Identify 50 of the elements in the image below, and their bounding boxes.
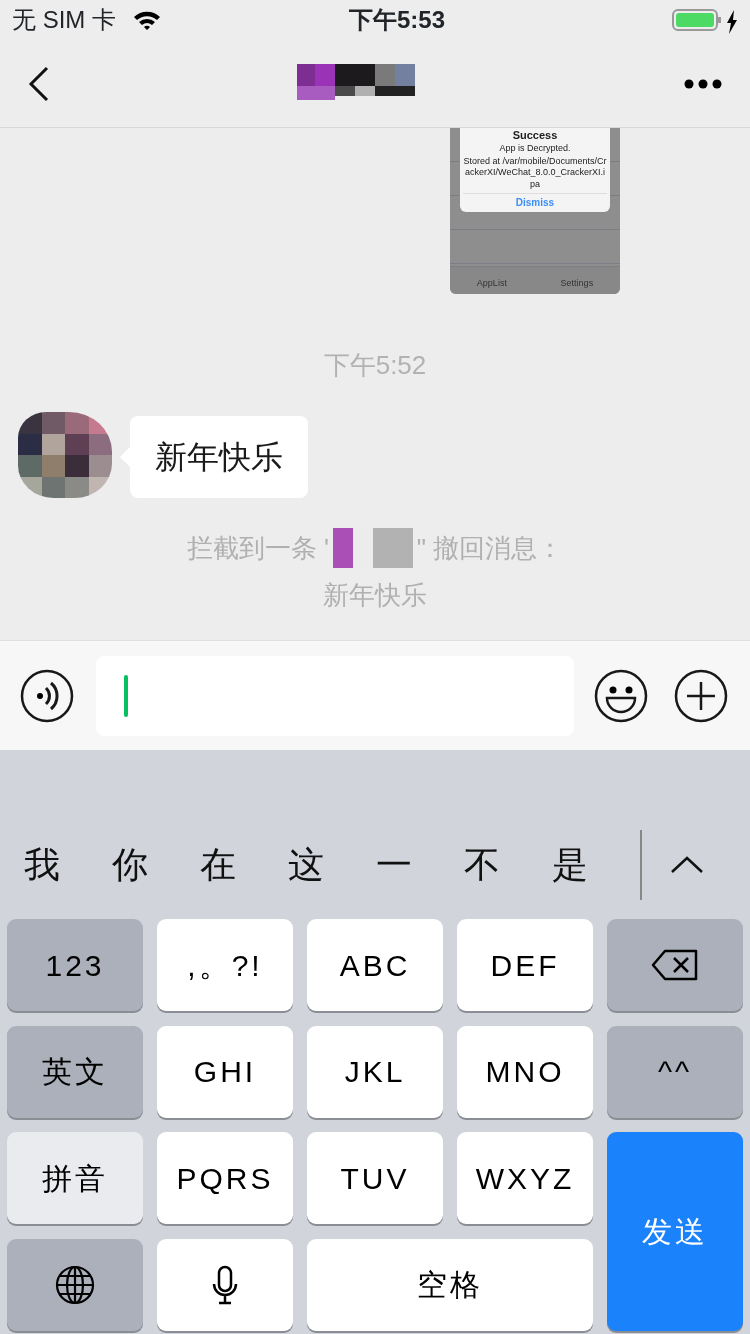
tab-label[interactable]: Settings [560, 276, 594, 290]
more-icon[interactable] [684, 78, 722, 89]
microphone-icon [212, 1264, 238, 1305]
function-key[interactable]: 123 [7, 919, 143, 1011]
back-icon[interactable] [28, 65, 50, 102]
letter-key[interactable]: ABC [307, 919, 443, 1011]
microphone-key[interactable] [157, 1238, 293, 1331]
timestamp: 下午5:52 [322, 349, 428, 382]
alert-message: App is Decrypted. [498, 142, 572, 154]
candidate-word[interactable]: 不 [464, 838, 552, 892]
message-input-field[interactable] [96, 655, 574, 736]
candidate-word[interactable]: 这 [288, 838, 376, 892]
candidate-word[interactable]: 我 [24, 838, 112, 892]
tab-label[interactable]: AppList [476, 276, 507, 290]
expand-icon[interactable] [670, 856, 704, 874]
recall-notice-text: " 撤回消息： [416, 531, 564, 565]
letter-key[interactable]: DEF [457, 919, 593, 1011]
candidate-word[interactable]: 在 [200, 838, 288, 892]
wifi-icon [132, 9, 162, 31]
input-mode-key[interactable]: 拼音 [7, 1132, 143, 1224]
alert-title: Success [511, 129, 559, 143]
letter-key[interactable]: MNO [457, 1025, 593, 1118]
candidate-word[interactable]: 你 [112, 838, 200, 892]
backspace-key[interactable] [607, 919, 743, 1011]
clock: 下午5:53 [349, 5, 446, 35]
backspace-icon [651, 949, 699, 981]
recalled-message-text: 新年快乐 [322, 579, 428, 612]
candidate-word[interactable]: 一 [376, 838, 464, 892]
plus-icon[interactable] [674, 668, 728, 723]
letter-key[interactable]: TUV [307, 1132, 443, 1224]
send-key[interactable]: 发送 [607, 1132, 743, 1331]
battery-icon [672, 8, 722, 32]
message-bubble: 新年快乐 [130, 416, 308, 498]
globe-key[interactable] [7, 1238, 143, 1331]
letter-key[interactable]: ,。?! [157, 919, 293, 1011]
letter-key[interactable]: PQRS [157, 1132, 293, 1224]
function-key[interactable]: 英文 [7, 1025, 143, 1118]
letter-key[interactable]: WXYZ [457, 1132, 593, 1224]
letter-key[interactable]: JKL [307, 1025, 443, 1118]
emoji-icon[interactable] [594, 668, 648, 723]
space-key[interactable]: 空格 [307, 1238, 593, 1331]
alert-detail: Stored at /var/mobile/Documents/CrackerXI/WeChat_8.0.0_CrackerXI.ipa [463, 156, 607, 190]
function-key[interactable]: ^^ [607, 1025, 743, 1118]
recall-notice-text: 拦截到一条 ' [186, 531, 329, 565]
voice-icon[interactable] [20, 668, 74, 723]
letter-key[interactable]: GHI [157, 1025, 293, 1118]
candidate-word[interactable]: 是 [552, 838, 640, 892]
carrier-label: 无 SIM 卡 [12, 5, 116, 35]
screenshot-image[interactable]: Success App is Decrypted. Stored at /var/mobile/Documents/CrackerXI/WeChat_8.0.0_CrackerXI.ipa Dismiss AppList Settings [450, 128, 620, 294]
globe-icon [55, 1264, 95, 1305]
